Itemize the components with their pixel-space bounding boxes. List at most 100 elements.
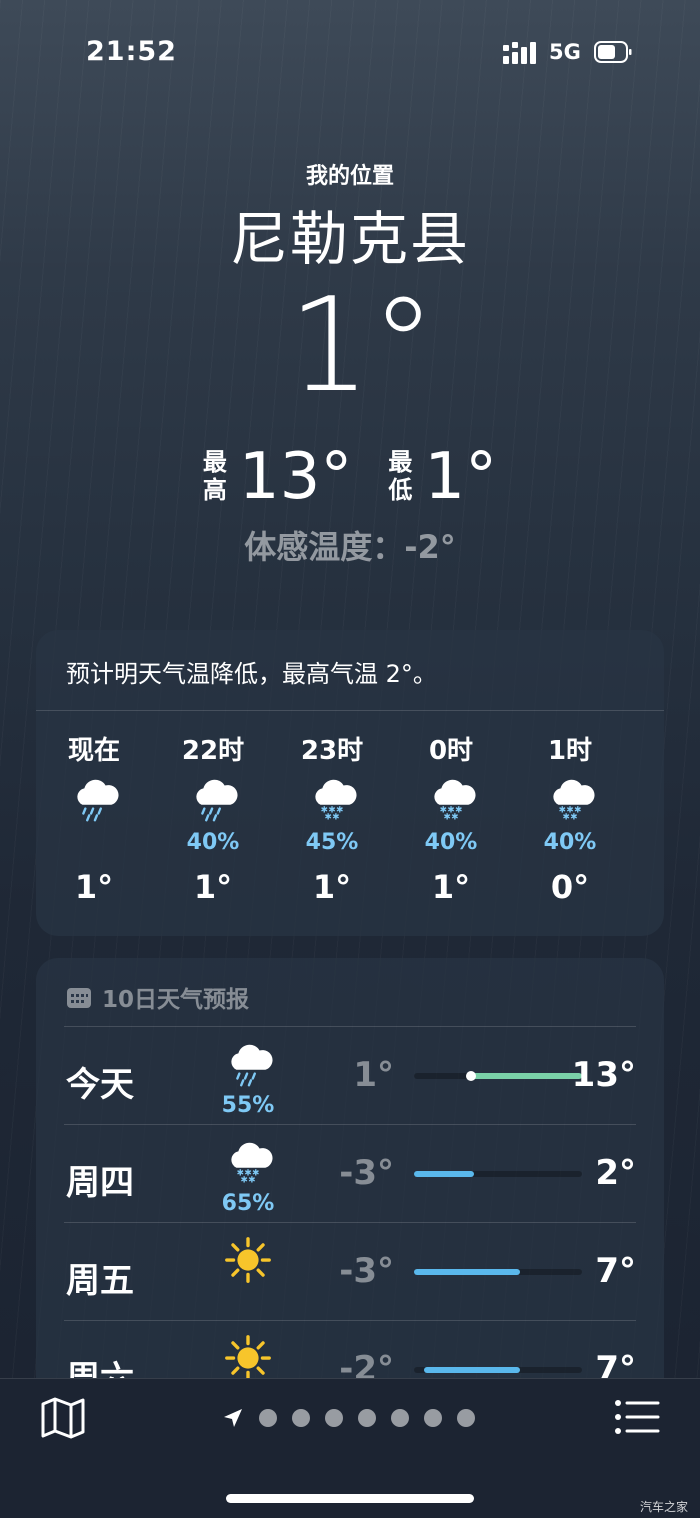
hourly-forecast-card[interactable]: 预计明天气温降低，最高气温 2°。 现在 1° 22时 40% 1° 23时 ✱ ✱ ✱ ✱ ✱ 45…: [36, 630, 664, 936]
ten-day-forecast-card[interactable]: 10日天气预报 今天 55% 1° 13° 周四 ✱ ✱ ✱ ✱ ✱ 65% -3° 2° 周五 -3° 7°…: [36, 958, 664, 1418]
day-low: -3°: [339, 1153, 394, 1193]
network-type: 5G: [549, 40, 581, 64]
page-dot[interactable]: [457, 1409, 475, 1427]
temperature-range-bar: [414, 1071, 582, 1081]
day-weather: [212, 1233, 284, 1289]
high-value: 13°: [238, 440, 353, 514]
cloud-rain-icon: [44, 770, 144, 826]
svg-text:✱: ✱: [451, 812, 458, 822]
temperature-range-bar: [414, 1269, 582, 1275]
high-low-temperatures: 最高 13° 最低 1°: [0, 440, 700, 514]
location-label: 我的位置: [305, 164, 394, 189]
svg-text:✱: ✱: [563, 812, 570, 822]
hour-temperature: 1°: [431, 868, 471, 906]
high-label: 最高: [202, 448, 227, 504]
map-icon[interactable]: [40, 1397, 86, 1439]
high-temperature: 最高 13°: [203, 440, 352, 514]
cloud-rain-icon: [212, 1037, 284, 1095]
cloud-snow-icon: ✱✱✱✱✱: [282, 770, 382, 826]
cloud-snow-icon: ✱✱✱✱✱: [639, 770, 664, 826]
svg-text:✱: ✱: [241, 1175, 248, 1185]
hour-temperature: 0°: [550, 868, 590, 906]
day-name: 周四: [66, 1163, 134, 1203]
day-name: 周五: [66, 1261, 134, 1301]
hour-precip-chance: 40%: [186, 830, 240, 855]
temperature-range-fill: [471, 1073, 582, 1079]
ten-day-title: 10日天气预报: [102, 987, 250, 1013]
day-weather: 55%: [212, 1037, 284, 1118]
svg-text:✱: ✱: [570, 812, 577, 822]
hour-label: 2: [639, 730, 664, 770]
cloud-snow-icon: ✱✱✱✱✱: [520, 770, 620, 826]
list-icon[interactable]: [614, 1399, 660, 1435]
hourly-item: 现在 1°: [44, 730, 144, 906]
hour-precip-chance: [44, 826, 144, 860]
forecast-summary: 预计明天气温降低，最高气温 2°。: [36, 630, 664, 711]
hour-precip-chance: 45%: [305, 830, 359, 855]
hour-temperature: 1°: [193, 868, 233, 906]
daily-row[interactable]: 周五 -3° 7°: [64, 1222, 636, 1321]
cloud-snow-icon: ✱✱✱✱✱: [401, 770, 501, 826]
svg-text:✱: ✱: [332, 812, 339, 822]
low-temperature: 最低 1°: [388, 440, 497, 514]
temperature-range-bar: [414, 1171, 582, 1177]
hourly-item: 0时 ✱ ✱ ✱ ✱ ✱ 40% 1°: [401, 730, 501, 906]
city-name: 尼勒克县: [229, 205, 470, 273]
calendar-icon: [67, 988, 91, 1008]
page-dot[interactable]: [259, 1409, 277, 1427]
status-time: 21:52: [86, 36, 177, 67]
feels-like-temperature: 体感温度：-2°: [244, 528, 456, 566]
svg-text:✱: ✱: [248, 1175, 255, 1185]
battery-icon: [594, 41, 632, 63]
cloud-rain-icon: [163, 770, 263, 826]
cloud-snow-icon: ✱✱✱✱✱: [212, 1135, 284, 1193]
day-low: -3°: [339, 1251, 394, 1291]
daily-row[interactable]: 周四 ✱ ✱ ✱ ✱ ✱ 65% -3° 2°: [64, 1124, 636, 1223]
day-precip-chance: 55%: [221, 1093, 275, 1118]
temperature-range-bar: [414, 1367, 582, 1373]
hourly-item: 1时 ✱ ✱ ✱ ✱ ✱ 40% 0°: [520, 730, 620, 906]
hour-label: 现在: [67, 736, 120, 766]
page-dot[interactable]: [358, 1409, 376, 1427]
location-arrow-icon[interactable]: [222, 1407, 244, 1429]
current-weather-header: 我的位置 尼勒克县 1°: [0, 150, 700, 410]
hourly-item: 2✱✱✱✱✱3 -: [639, 730, 664, 906]
hour-precip-chance: 40%: [543, 830, 597, 855]
page-dot[interactable]: [424, 1409, 442, 1427]
ten-day-header: 10日天气预报: [66, 980, 249, 1014]
hour-temperature: 1°: [312, 868, 352, 906]
hour-precip-chance: 3: [639, 826, 664, 860]
day-high: 13°: [571, 1055, 636, 1095]
watermark: 汽车之家: [639, 1500, 688, 1514]
current-temp-marker: [466, 1071, 477, 1081]
hour-label: 22时: [181, 736, 245, 766]
temperature-range-fill: [424, 1367, 520, 1373]
daily-row[interactable]: 今天 55% 1° 13°: [64, 1026, 636, 1125]
hourly-item: 23时 ✱ ✱ ✱ ✱ ✱ 45% 1°: [282, 730, 382, 906]
svg-text:✱: ✱: [444, 812, 451, 822]
day-weather: ✱ ✱ ✱ ✱ ✱ 65%: [212, 1135, 284, 1216]
day-name: 今天: [66, 1065, 134, 1105]
page-dot[interactable]: [325, 1409, 343, 1427]
page-dot[interactable]: [391, 1409, 409, 1427]
home-indicator[interactable]: [226, 1494, 474, 1503]
temperature-range-fill: [414, 1269, 520, 1275]
status-bar: 21:52 5G: [0, 28, 700, 78]
low-value: 1°: [424, 440, 498, 514]
hour-temperature: 1°: [74, 868, 114, 906]
hourly-item: 22时 40% 1°: [163, 730, 263, 906]
day-precip-chance: 65%: [221, 1191, 275, 1216]
sun-icon: [212, 1233, 284, 1291]
hour-label: 0时: [428, 736, 474, 766]
signal-strength-icon: [503, 42, 536, 64]
page-dot[interactable]: [292, 1409, 310, 1427]
current-temperature: 1°: [288, 269, 436, 421]
day-low: 1°: [353, 1055, 394, 1095]
svg-text:✱: ✱: [325, 812, 332, 822]
hour-label: 1时: [547, 736, 593, 766]
hourly-scroll-list[interactable]: 现在 1° 22时 40% 1° 23时 ✱ ✱ ✱ ✱ ✱ 45% 1° 0时 ✱ ✱ ✱ ✱ ✱ 40% 1° 1时 ✱…: [36, 730, 664, 930]
low-label: 最低: [388, 448, 413, 504]
page-indicator[interactable]: [222, 1407, 475, 1429]
temperature-range-fill: [414, 1171, 475, 1177]
hour-label: 23时: [300, 736, 364, 766]
